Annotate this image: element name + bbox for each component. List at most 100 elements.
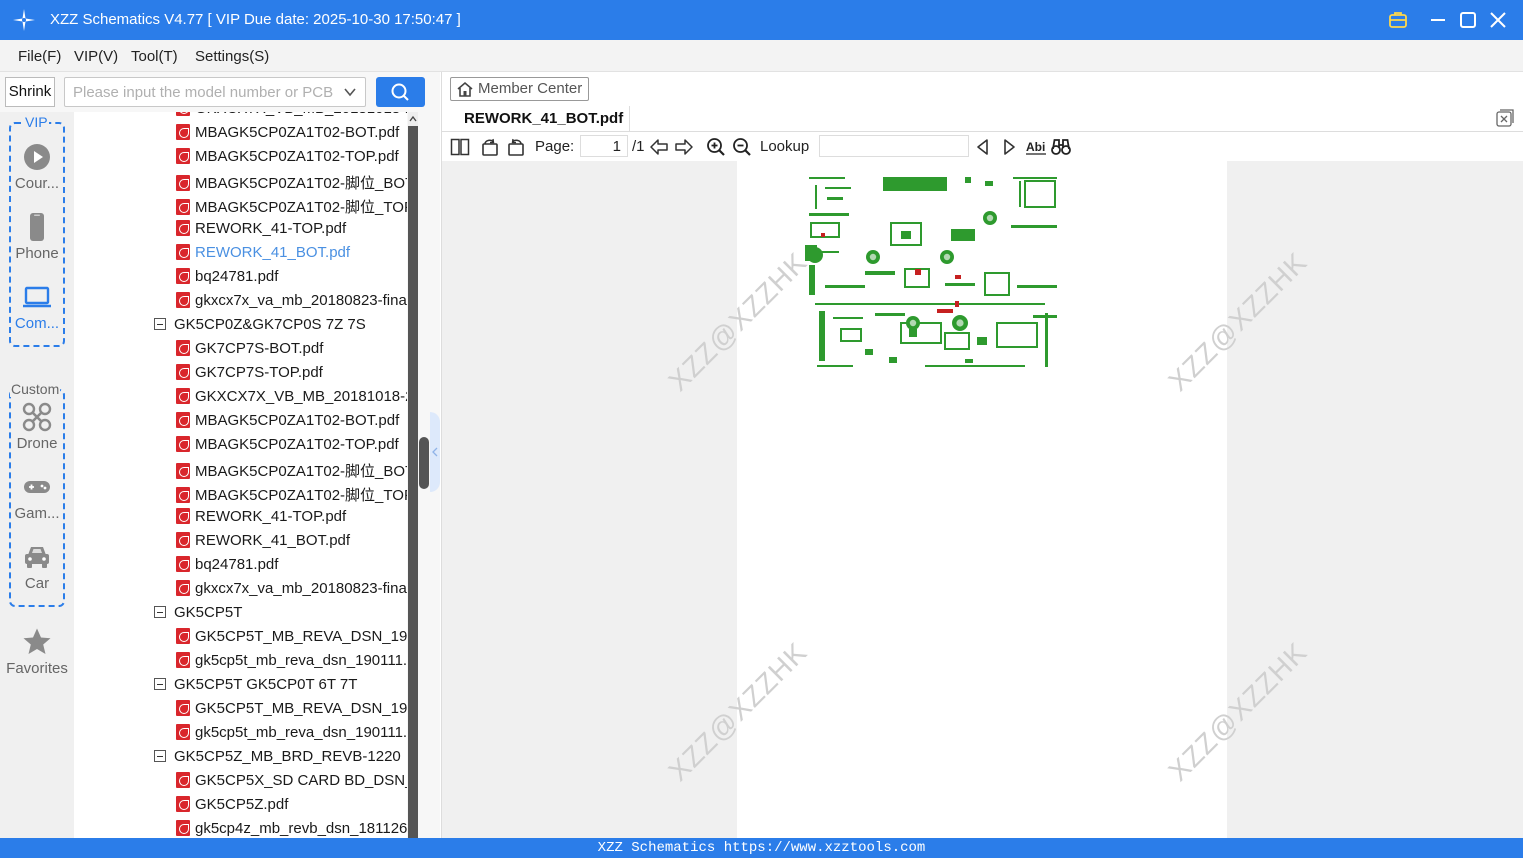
close-tabs-icon[interactable] bbox=[1496, 109, 1514, 127]
page-number-input[interactable]: 1 bbox=[580, 135, 628, 157]
category-courses[interactable]: Cour... bbox=[0, 142, 74, 192]
search-button[interactable] bbox=[376, 77, 425, 107]
maximize-icon[interactable] bbox=[1456, 8, 1480, 32]
tree-file[interactable]: MBAGK5CP0ZA1T02-TOP.pdf bbox=[176, 436, 399, 460]
collapse-icon[interactable] bbox=[154, 678, 166, 690]
tree-file[interactable]: gkxcx7x_va_mb_20180823-final. bbox=[176, 292, 407, 316]
tree-file[interactable]: GK7CP7S-TOP.pdf bbox=[176, 364, 323, 388]
menu-tool[interactable]: Tool(T) bbox=[131, 48, 178, 65]
collapse-icon[interactable] bbox=[154, 750, 166, 762]
find-next-icon[interactable] bbox=[999, 137, 1019, 157]
zoom-out-icon[interactable] bbox=[732, 137, 752, 157]
tree-file[interactable]: MBAGK5CP0ZA1T02-TOP.pdf bbox=[176, 148, 399, 172]
tree-file[interactable]: MBAGK5CP0ZA1T02-脚位_TOP.p bbox=[176, 196, 407, 220]
category-phone[interactable]: Phone bbox=[0, 212, 74, 262]
pdf-file-icon bbox=[176, 124, 190, 140]
pdf-file-icon bbox=[176, 148, 190, 164]
document-tab[interactable]: REWORK_41_BOT.pdf bbox=[442, 106, 630, 132]
tree-file[interactable]: GKXCX7X_VB_MB_20181018-230 bbox=[176, 388, 407, 412]
tree-folder[interactable]: GK5CP5T GK5CP0T 6T 7T bbox=[154, 676, 357, 700]
search-input[interactable] bbox=[65, 78, 335, 106]
tree-file[interactable]: REWORK_41_BOT.pdf bbox=[176, 532, 350, 556]
next-page-icon[interactable] bbox=[674, 137, 694, 157]
menu-file[interactable]: File(F) bbox=[18, 48, 61, 65]
tree-item-label: gkxcx7x_va_mb_20180823-final. bbox=[195, 580, 407, 597]
tree-folder[interactable]: GK5CP0Z&GK7CP0S 7Z 7S bbox=[154, 316, 366, 340]
tree-item-label: MBAGK5CP0ZA1T02-脚位_TOP.p bbox=[195, 487, 407, 504]
pdf-file-icon bbox=[176, 112, 190, 116]
lookup-input[interactable] bbox=[819, 135, 969, 157]
watermark: XZZ@XZZHK bbox=[662, 246, 814, 397]
tree-file[interactable]: REWORK_41-TOP.pdf bbox=[176, 220, 346, 244]
home-icon bbox=[457, 81, 473, 97]
two-page-icon[interactable] bbox=[450, 137, 470, 157]
tree-file[interactable]: GK5CP5X_SD CARD BD_DSN_V1 bbox=[176, 772, 407, 796]
tree-item-label: GKXCX7X_VB_MB_20181018-230 bbox=[195, 388, 407, 405]
category-label: Gam... bbox=[14, 505, 60, 522]
tree-scrollbar[interactable] bbox=[408, 112, 418, 838]
splitter-handle[interactable] bbox=[419, 437, 429, 489]
tree-file[interactable]: GK5CP5Z.pdf bbox=[176, 796, 288, 820]
tree-item-label: GK5CP5Z.pdf bbox=[195, 796, 289, 813]
left-pane: Shrink VIP Cour... Phone bbox=[0, 72, 440, 838]
category-computer[interactable]: Com... bbox=[0, 282, 74, 332]
rotate-right-icon[interactable] bbox=[506, 137, 526, 157]
tree-file[interactable]: bq24781.pdf bbox=[176, 556, 278, 580]
chevron-down-icon[interactable] bbox=[343, 85, 357, 99]
minimize-icon[interactable] bbox=[1426, 8, 1450, 32]
category-car[interactable]: Car bbox=[0, 542, 74, 592]
category-favorites[interactable]: Favorites bbox=[0, 627, 74, 677]
member-center-button[interactable]: Member Center bbox=[450, 77, 589, 101]
tree-file[interactable]: MBAGK5CP0ZA1T02-BOT.pdf bbox=[176, 124, 399, 148]
collapse-icon[interactable] bbox=[154, 318, 166, 330]
play-icon bbox=[24, 144, 50, 170]
collapse-panel-toggle[interactable] bbox=[430, 412, 440, 492]
pdf-file-icon bbox=[176, 463, 190, 479]
tree-file[interactable]: REWORK_41_BOT.pdf bbox=[176, 244, 350, 268]
collapse-icon[interactable] bbox=[154, 606, 166, 618]
tree-file[interactable]: MBAGK5CP0ZA1T02-BOT.pdf bbox=[176, 412, 399, 436]
category-label: Cour... bbox=[14, 175, 60, 192]
close-icon[interactable] bbox=[1486, 8, 1510, 32]
tree-file[interactable]: gk5cp4z_mb_revb_dsn_181126.p bbox=[176, 820, 407, 838]
menu-settings[interactable]: Settings(S) bbox=[195, 48, 269, 65]
tree-file[interactable]: bq24781.pdf bbox=[176, 268, 278, 292]
match-case-icon[interactable]: Abi bbox=[1025, 137, 1047, 157]
category-label: Drone bbox=[16, 435, 58, 452]
category-drone[interactable]: Drone bbox=[0, 402, 74, 452]
tree-item-label: REWORK_41_BOT.pdf bbox=[195, 244, 351, 261]
binoculars-icon[interactable] bbox=[1051, 137, 1071, 157]
briefcase-icon[interactable] bbox=[1386, 8, 1410, 32]
tree-file[interactable]: GKXCX7X_VB_MB_20181018-230 bbox=[176, 112, 407, 124]
pdf-file-icon bbox=[176, 652, 190, 668]
category-gaming[interactable]: Gam... bbox=[0, 472, 74, 522]
find-previous-icon[interactable] bbox=[973, 137, 993, 157]
pdf-viewer[interactable]: XZZ@XZZHK XZZ@XZZHK XZZ@XZZHK XZZ@XZZHK bbox=[442, 161, 1523, 838]
tree-file[interactable]: MBAGK5CP0ZA1T02-脚位_BOT.p bbox=[176, 172, 407, 196]
scroll-up-button[interactable] bbox=[408, 112, 418, 126]
tree-file[interactable]: GK5CP5T_MB_REVA_DSN_19010 bbox=[176, 628, 407, 652]
tree-item-label: MBAGK5CP0ZA1T02-脚位_BOT.p bbox=[195, 463, 407, 480]
tree-file[interactable]: MBAGK5CP0ZA1T02-脚位_TOP.p bbox=[176, 484, 407, 508]
tree-file[interactable]: gkxcx7x_va_mb_20180823-final. bbox=[176, 580, 407, 604]
pdf-file-icon bbox=[176, 388, 190, 404]
tree-file[interactable]: gk5cp5t_mb_reva_dsn_190111.p bbox=[176, 724, 407, 748]
tree-file[interactable]: gk5cp5t_mb_reva_dsn_190111.p bbox=[176, 652, 407, 676]
tree-file[interactable]: GK7CP7S-BOT.pdf bbox=[176, 340, 323, 364]
watermark: XZZ@XZZHK bbox=[1162, 636, 1314, 787]
pdf-file-icon bbox=[176, 199, 190, 215]
menu-vip[interactable]: VIP(V) bbox=[74, 48, 118, 65]
tree-item-label: MBAGK5CP0ZA1T02-TOP.pdf bbox=[195, 436, 399, 453]
zoom-in-icon[interactable] bbox=[706, 137, 726, 157]
tree-file[interactable]: GK5CP5T_MB_REVA_DSN_19010 bbox=[176, 700, 407, 724]
tree-item-label: GK5CP5T GK5CP0T 6T 7T bbox=[174, 676, 358, 693]
tree-folder[interactable]: GK5CP5Z_MB_BRD_REVB-1220 bbox=[154, 748, 401, 772]
pdf-file-icon bbox=[176, 580, 190, 596]
rotate-left-icon[interactable] bbox=[480, 137, 500, 157]
shrink-button[interactable]: Shrink bbox=[5, 77, 55, 107]
tree-file[interactable]: MBAGK5CP0ZA1T02-脚位_BOT.p bbox=[176, 460, 407, 484]
tree-folder[interactable]: GK5CP5T bbox=[154, 604, 242, 628]
tree-file[interactable]: REWORK_41-TOP.pdf bbox=[176, 508, 346, 532]
pdf-page: XZZ@XZZHK XZZ@XZZHK XZZ@XZZHK XZZ@XZZHK bbox=[662, 161, 1313, 838]
previous-page-icon[interactable] bbox=[649, 137, 669, 157]
